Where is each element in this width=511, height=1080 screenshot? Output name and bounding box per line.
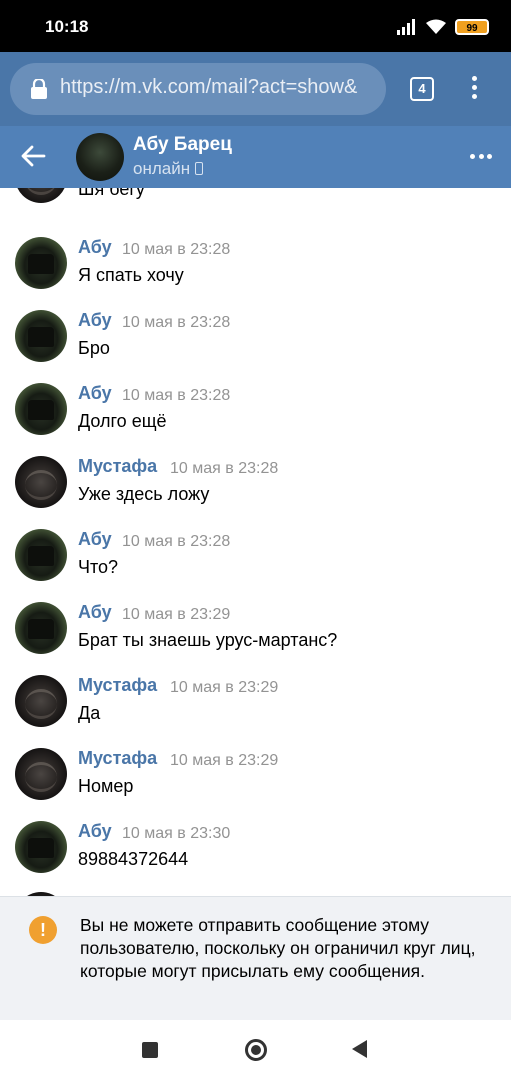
message-author[interactable]: Абу xyxy=(78,237,112,258)
message-time[interactable]: 10 мая в 23:29 xyxy=(170,679,278,697)
message-text: 89884372644 xyxy=(78,849,189,869)
message-author[interactable]: Абу xyxy=(78,602,112,623)
avatar[interactable] xyxy=(15,821,67,873)
message-text: Уже здесь ложу xyxy=(78,484,210,504)
chat-status-label: онлайн xyxy=(133,159,191,178)
warning-icon: ! xyxy=(29,916,57,944)
avatar[interactable] xyxy=(15,310,67,362)
message-author[interactable]: Мустафа xyxy=(78,456,157,477)
message-list[interactable]: Шя бегу Абу 10 мая в 23:28 Я спать хочу … xyxy=(0,188,511,896)
system-nav-bar xyxy=(0,1020,511,1080)
home-icon[interactable] xyxy=(245,1039,267,1061)
message-item: Абу 10 мая в 23:30 89884372644 xyxy=(0,821,511,891)
message-item: Абу 10 мая в 23:28 Что? xyxy=(0,529,511,599)
url-text[interactable]: https://m.vk.com/mail?act=show& xyxy=(60,76,380,99)
message-time[interactable]: 10 мая в 23:30 xyxy=(122,825,230,843)
message-text: Бро xyxy=(78,338,110,358)
message-time[interactable]: 10 мая в 23:29 xyxy=(122,606,230,624)
message-author[interactable]: Мустафа xyxy=(78,748,157,769)
message-item: Мустафа 10 мая в 23:29 Номер xyxy=(0,748,511,818)
message-time[interactable]: 10 мая в 23:28 xyxy=(122,533,230,551)
avatar[interactable] xyxy=(15,383,67,435)
message-item: Абу 10 мая в 23:28 Бро xyxy=(0,310,511,380)
message-item: Абу 10 мая в 23:28 Я спать хочу xyxy=(0,237,511,307)
message-item: Абу 10 мая в 23:29 Брат ты знаешь урус-м… xyxy=(0,602,511,672)
avatar[interactable] xyxy=(15,602,67,654)
status-time: 10:18 xyxy=(45,17,89,36)
back-arrow-icon[interactable] xyxy=(20,143,46,169)
chat-avatar[interactable] xyxy=(76,133,124,181)
message-author[interactable]: Абу xyxy=(78,383,112,404)
recent-apps-icon[interactable] xyxy=(142,1042,158,1058)
avatar[interactable] xyxy=(15,748,67,800)
avatar[interactable] xyxy=(15,188,67,203)
status-icons: 99 xyxy=(397,18,489,36)
more-options-icon[interactable] xyxy=(470,154,492,160)
send-restricted-notice: ! Вы не можете отправить сообщение этому… xyxy=(0,896,511,1020)
lock-icon xyxy=(31,79,47,99)
message-time[interactable]: 10 мая в 23:29 xyxy=(170,752,278,770)
chat-status: онлайн xyxy=(133,159,204,179)
notice-text: Вы не можете отправить сообщение этому п… xyxy=(80,915,476,981)
message-text: Шя бегу xyxy=(78,188,145,199)
message-item: Мустафа 10 мая в 23:28 Уже здесь ложу xyxy=(0,456,511,526)
message-author[interactable]: Абу xyxy=(78,310,112,331)
url-bar[interactable]: https://m.vk.com/mail?act=show& xyxy=(10,63,386,115)
message-author[interactable]: Абу xyxy=(78,821,112,842)
status-bar: 10:18 99 xyxy=(0,0,511,52)
message-time[interactable]: 10 мая в 23:28 xyxy=(122,241,230,259)
mobile-icon xyxy=(195,162,204,175)
chat-header: Абу Барец онлайн xyxy=(0,126,511,188)
message-item: Мустафа 10 мая в 23:29 Да xyxy=(0,675,511,745)
avatar[interactable] xyxy=(15,529,67,581)
avatar[interactable] xyxy=(15,237,67,289)
tabs-button[interactable]: 4 xyxy=(410,77,434,101)
message-text: Я спать хочу xyxy=(78,265,184,285)
wifi-icon xyxy=(426,19,446,34)
message-item: Шя бегу xyxy=(0,188,511,221)
battery-icon: 99 xyxy=(455,19,489,35)
browser-menu-icon[interactable] xyxy=(466,76,482,102)
message-time[interactable]: 10 мая в 23:28 xyxy=(122,314,230,332)
message-text: Номер xyxy=(78,776,134,796)
message-author[interactable]: Абу xyxy=(78,529,112,550)
message-text: Брат ты знаешь урус-мартанс? xyxy=(78,630,338,650)
signal-icon xyxy=(397,19,415,35)
message-text: Долго ещё xyxy=(78,411,167,431)
message-text: Да xyxy=(78,703,101,723)
system-back-icon[interactable] xyxy=(352,1040,367,1058)
message-time[interactable]: 10 мая в 23:28 xyxy=(170,460,278,478)
message-item: Абу 10 мая в 23:28 Долго ещё xyxy=(0,383,511,453)
message-time[interactable]: 10 мая в 23:28 xyxy=(122,387,230,405)
avatar[interactable] xyxy=(15,675,67,727)
message-text: Что? xyxy=(78,557,119,577)
message-author[interactable]: Мустафа xyxy=(78,675,157,696)
browser-toolbar: https://m.vk.com/mail?act=show& 4 xyxy=(0,52,511,126)
avatar[interactable] xyxy=(15,456,67,508)
chat-title[interactable]: Абу Барец xyxy=(133,134,232,156)
